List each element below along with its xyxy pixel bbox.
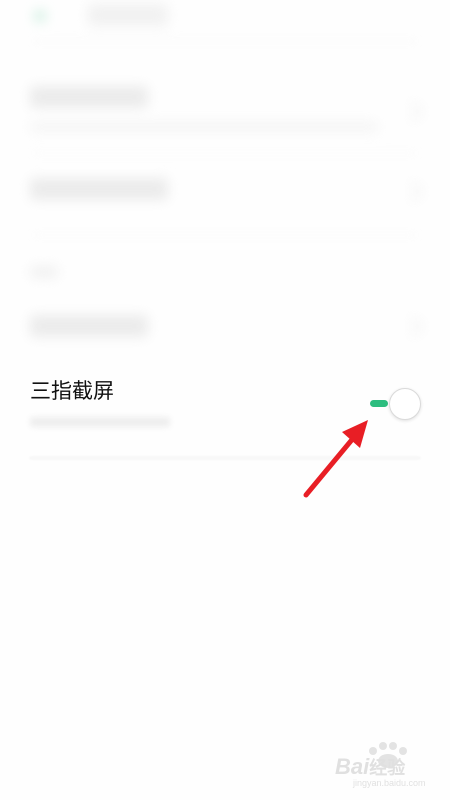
watermark-url: jingyan.baidu.com [353,778,426,788]
divider [30,152,420,154]
blurred-settings-area [0,0,450,365]
baidu-jingyan-watermark: Bai经验 jingyan.baidu.com [335,742,435,790]
header-divider [30,40,420,42]
divider [30,234,420,236]
annotation-arrow-icon [303,420,368,498]
settings-screen: 三指截屏 Bai经验 jingyan.baidu.com [0,0,450,800]
setting-row-3[interactable] [0,305,450,355]
chevron-right-icon [401,315,424,338]
watermark-brand: Bai经验 [335,754,406,779]
chevron-right-icon [401,100,424,123]
setting-row-three-finger-screenshot[interactable]: 三指截屏 [0,365,450,460]
setting-row-1-title [30,86,148,108]
setting-row-1[interactable] [0,80,450,150]
setting-row-2[interactable] [0,170,450,230]
page-title-placeholder [88,4,168,26]
setting-description-placeholder [30,417,170,427]
top-bar [0,0,450,42]
setting-label: 三指截屏 [30,379,114,403]
back-icon[interactable] [34,10,46,22]
toggle-knob [389,388,421,420]
chevron-right-icon [401,180,424,203]
setting-row-2-title [30,178,168,200]
setting-row-1-subtitle [30,122,378,132]
section-header [30,266,58,278]
setting-row-3-title [30,315,148,337]
